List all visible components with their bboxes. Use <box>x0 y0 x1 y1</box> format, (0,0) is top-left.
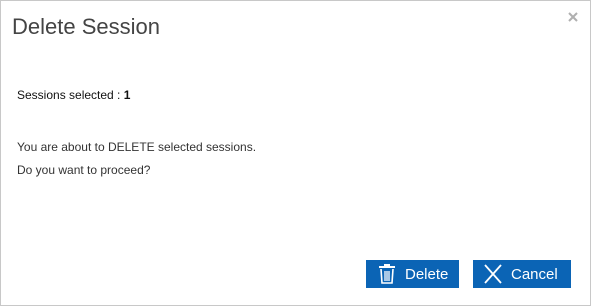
sessions-selected-count: 1 <box>123 88 131 102</box>
trash-icon <box>379 264 395 284</box>
proceed-question: Do you want to proceed? <box>17 163 151 177</box>
delete-session-dialog: Delete Session Sessions selected : 1 You… <box>0 0 591 306</box>
delete-button-label: Delete <box>405 265 449 283</box>
confirm-message: You are about to DELETE selected session… <box>17 140 257 154</box>
sessions-selected-label: Sessions selected : <box>17 88 121 102</box>
cancel-button-label: Cancel <box>511 265 558 283</box>
close-icon[interactable] <box>566 10 580 24</box>
cancel-button[interactable]: Cancel <box>473 260 571 288</box>
x-icon <box>484 264 502 284</box>
dialog-title: Delete Session <box>12 14 160 39</box>
delete-button[interactable]: Delete <box>366 260 459 288</box>
sessions-selected-line: Sessions selected : 1 <box>17 88 130 102</box>
